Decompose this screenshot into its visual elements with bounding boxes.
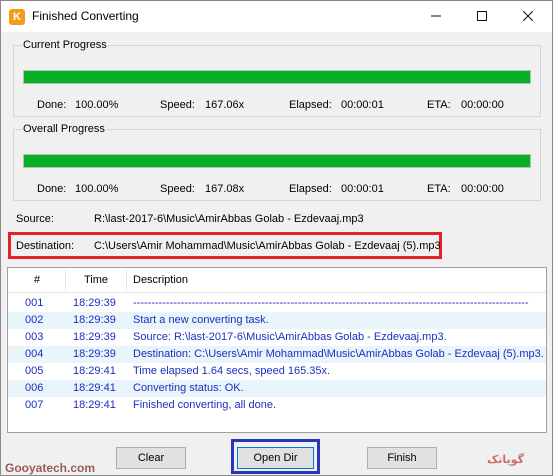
current-speed-value: 167.06x — [205, 99, 245, 111]
app-logo-icon: K — [9, 9, 25, 25]
title-bar[interactable]: K Finished Converting — [1, 1, 552, 32]
open-dir-button[interactable]: Open Dir — [237, 447, 314, 469]
clear-button[interactable]: Clear — [116, 447, 186, 469]
source-path: R:\last-2017-6\Music\AmirAbbas Golab - E… — [94, 213, 364, 225]
current-speed-label: Speed: — [160, 99, 195, 111]
log-col-number[interactable]: # — [34, 268, 40, 293]
overall-progress-bar — [23, 154, 531, 168]
log-col-description[interactable]: Description — [133, 268, 188, 293]
overall-progress-label: Overall Progress — [22, 123, 106, 135]
column-divider — [65, 270, 66, 291]
overall-done-value: 100.00% — [75, 183, 119, 195]
current-progress-label: Current Progress — [22, 39, 108, 51]
log-row-description: ----------------------------------------… — [133, 297, 529, 309]
log-row-number: 004 — [25, 348, 44, 360]
log-row-description: Destination: C:\Users\Amir Mohammad\Musi… — [133, 348, 544, 360]
overall-eta-value: 00:00:00 — [461, 183, 504, 195]
log-row[interactable]: 001 18:29:39 -----------------------------… — [8, 295, 546, 312]
log-row-number: 003 — [25, 331, 44, 343]
overall-speed-value: 167.08x — [205, 183, 245, 195]
maximize-button[interactable] — [459, 1, 505, 32]
log-row-description: Finished converting, all done. — [133, 399, 277, 411]
current-progress-fill — [24, 71, 530, 83]
log-row-number: 006 — [25, 382, 44, 394]
log-row-description: Converting status: OK. — [133, 382, 244, 394]
log-row-number: 001 — [25, 297, 44, 309]
log-row[interactable]: 007 18:29:41 Finished converting, all done… — [8, 397, 546, 414]
log-row-number: 002 — [25, 314, 44, 326]
minimize-button[interactable] — [413, 1, 459, 32]
log-header: # Time Description — [8, 268, 546, 293]
overall-elapsed-label: Elapsed: — [289, 183, 332, 195]
current-elapsed-value: 00:00:01 — [341, 99, 384, 111]
log-row-time: 18:29:39 — [73, 297, 116, 309]
destination-label: Destination: — [16, 240, 75, 252]
log-row-time: 18:29:41 — [73, 382, 116, 394]
overall-elapsed-value: 00:00:01 — [341, 183, 384, 195]
watermark-text: Gooyatech.com — [5, 461, 96, 475]
minimize-icon — [431, 15, 441, 17]
current-done-label: Done: — [37, 99, 67, 111]
current-progress-group: Current Progress Done: 100.00% Speed: 16… — [13, 39, 541, 117]
overall-eta-label: ETA: — [427, 183, 451, 195]
close-button[interactable] — [505, 1, 551, 32]
destination-path: C:\Users\Amir Mohammad\Music\AmirAbbas G… — [94, 240, 441, 252]
log-row-time: 18:29:41 — [73, 399, 116, 411]
log-row[interactable]: 003 18:29:39 Source: R:\last-2017-6\Music\… — [8, 329, 546, 346]
log-row[interactable]: 005 18:29:41 Time elapsed 1.64 secs, speed… — [8, 363, 546, 380]
window-title: Finished Converting — [32, 9, 139, 23]
overall-progress-group: Overall Progress Done: 100.00% Speed: 16… — [13, 123, 541, 201]
column-divider — [126, 270, 127, 291]
log-col-time[interactable]: Time — [84, 268, 108, 293]
finish-button[interactable]: Finish — [367, 447, 437, 469]
watermark-logo: گویاتک — [487, 454, 524, 466]
log-row-description: Source: R:\last-2017-6\Music\AmirAbbas G… — [133, 331, 447, 343]
log-row-time: 18:29:41 — [73, 365, 116, 377]
log-row[interactable]: 006 18:29:41 Converting status: OK. — [8, 380, 546, 397]
finished-converting-dialog: K Finished Converting Current Progress D… — [0, 0, 553, 476]
conversion-log-list[interactable]: # Time Description 001 18:29:39 ----------… — [7, 267, 547, 433]
log-row[interactable]: 004 18:29:39 Destination: C:\Users\Amir Mo… — [8, 346, 546, 363]
close-icon — [522, 10, 534, 22]
log-row-time: 18:29:39 — [73, 331, 116, 343]
current-elapsed-label: Elapsed: — [289, 99, 332, 111]
log-row-number: 005 — [25, 365, 44, 377]
overall-speed-label: Speed: — [160, 183, 195, 195]
log-row-time: 18:29:39 — [73, 314, 116, 326]
current-done-value: 100.00% — [75, 99, 119, 111]
log-row[interactable]: 002 18:29:39 Start a new converting task. — [8, 312, 546, 329]
log-row-description: Time elapsed 1.64 secs, speed 165.35x. — [133, 365, 331, 377]
overall-done-label: Done: — [37, 183, 67, 195]
current-progress-bar — [23, 70, 531, 84]
maximize-icon — [477, 11, 487, 21]
overall-progress-fill — [24, 155, 530, 167]
log-row-number: 007 — [25, 399, 44, 411]
current-eta-label: ETA: — [427, 99, 451, 111]
log-row-time: 18:29:39 — [73, 348, 116, 360]
source-label: Source: — [16, 213, 54, 225]
log-row-description: Start a new converting task. — [133, 314, 269, 326]
current-eta-value: 00:00:00 — [461, 99, 504, 111]
